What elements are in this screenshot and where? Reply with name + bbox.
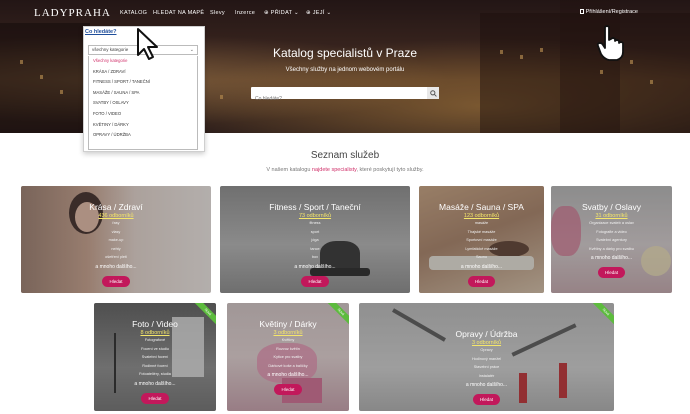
- arrow-cursor-icon: [137, 28, 158, 60]
- card-more: a mnoho dalšího...: [95, 263, 137, 270]
- card-item: box: [311, 255, 319, 259]
- category-card-opravy[interactable]: Nové Opravy / Údržba 3 odborníků Opravy …: [359, 303, 614, 411]
- card-item: Kytice pro svatby: [273, 355, 303, 359]
- chevron-down-icon: ⌄: [189, 47, 194, 53]
- card-search-button[interactable]: Hledat: [141, 392, 169, 404]
- card-item: vlasy: [111, 229, 121, 234]
- card-item: Lymfatické masáže: [465, 246, 498, 251]
- card-title: Svatby / Oslavy: [581, 202, 642, 212]
- option-masaze-sauna[interactable]: MASÁŽE / SAUNA / SPA: [89, 88, 197, 99]
- site-logo[interactable]: LADYPRAHA: [34, 7, 111, 19]
- user-icon: [579, 9, 584, 15]
- search-icon: [429, 89, 437, 97]
- nav-item-inzerce[interactable]: Inzerce: [235, 10, 255, 16]
- category-card-masaze[interactable]: Masáže / Sauna / SPA 123 odborníků masáž…: [419, 186, 544, 293]
- card-item: jóga: [311, 238, 319, 242]
- card-item: Rodinné focení: [142, 363, 168, 368]
- card-item: masáže: [474, 221, 489, 225]
- category-card-krasa-zdravi[interactable]: Krása / Zdraví 436 odborníků řasy vlasy …: [21, 186, 211, 293]
- card-title: Krása / Zdraví: [89, 202, 143, 212]
- option-krasa-zdravi[interactable]: KRÁSA / ZDRAVÍ: [89, 67, 197, 78]
- option-foto-video[interactable]: FOTO / VIDEO: [89, 109, 197, 120]
- search-button[interactable]: [427, 87, 439, 99]
- card-item: sport: [310, 229, 320, 234]
- card-title: Opravy / Údržba: [455, 329, 518, 339]
- card-item: Fotoateliéry, studia: [139, 372, 171, 376]
- option-kvetiny-darky[interactable]: KVĚTINY / DÁRKY: [89, 120, 197, 131]
- section-title: Seznam služeb: [310, 150, 380, 161]
- card-more: a mnoho dalšího...: [590, 255, 633, 261]
- option-fitness-sport[interactable]: FITNESS / SPORT / TANEČNÍ: [89, 77, 197, 88]
- card-item: Focení ve studiu: [141, 346, 169, 351]
- card-title: Květiny / Dárky: [259, 319, 317, 329]
- card-more: a mnoho dalšího...: [134, 380, 176, 387]
- card-search-button[interactable]: Hledat: [102, 275, 130, 287]
- card-item: tance: [310, 246, 320, 251]
- nav-item-hledat-na-mape[interactable]: HLEDAT NA MAPĚ: [153, 10, 204, 16]
- card-title: Masáže / Sauna / SPA: [439, 202, 524, 212]
- card-item: fitness: [309, 221, 321, 225]
- dropdown-heading: Co hledáte?: [85, 29, 117, 35]
- card-item: nehty: [111, 246, 121, 251]
- card-more: a mnoho dalšího...: [460, 263, 503, 270]
- search-input[interactable]: [251, 93, 421, 105]
- section-subtitle: V našem katalogu najdete specialisty, kt…: [0, 167, 690, 173]
- top-navigation: LADYPRAHA KATALOG HLEDAT NA MAPĚ Slevy I…: [0, 0, 690, 26]
- nav-item-jeji[interactable]: ⊕ JEJÍ ⌄: [306, 10, 331, 16]
- section-subtitle-post: , které poskytují tyto služby.: [356, 167, 424, 173]
- card-search-button[interactable]: Hledat: [467, 275, 495, 287]
- card-more: a mnoho dalšího...: [267, 372, 309, 378]
- category-select-value: všechny kategorie: [92, 47, 129, 52]
- option-opravy-udrzba[interactable]: OPRAVY / ÚDRŽBA: [89, 130, 197, 141]
- nav-item-pridat[interactable]: ⊕ PŘIDAT ⌄: [264, 10, 299, 16]
- category-card-svatby[interactable]: Svatby / Oslavy 31 odborníků Organizace …: [551, 186, 672, 293]
- card-item: Květiny: [281, 338, 295, 342]
- card-item: Fotografové: [144, 338, 166, 342]
- category-card-foto-video[interactable]: Nové Foto / Video 8 odborníků Fotografov…: [94, 303, 216, 411]
- specialists-link[interactable]: najdete specialisty: [312, 167, 357, 173]
- card-search-button[interactable]: Hledat: [472, 394, 500, 405]
- card-item: Fotografie a video: [596, 229, 627, 234]
- nav-item-slevy[interactable]: Slevy: [210, 10, 225, 16]
- card-title: Fitness / Sport / Taneční: [269, 202, 361, 212]
- card-item: Květiny a dárky pro svatbu: [589, 246, 634, 251]
- category-card-fitness[interactable]: Fitness / Sport / Taneční 73 odborníků f…: [220, 186, 410, 293]
- card-item: Stavební práce: [473, 365, 500, 369]
- card-item: Thajské masáže: [467, 229, 496, 234]
- card-search-button[interactable]: Hledat: [274, 384, 302, 395]
- section-subtitle-pre: V našem katalogu: [266, 167, 312, 173]
- card-item: Opravy: [480, 348, 493, 352]
- card-item: Dárkové koše a balíčky: [268, 363, 308, 368]
- login-link[interactable]: Přihlášení/Registrace: [579, 9, 638, 15]
- card-item: Organizace svateb a oslav: [589, 221, 634, 225]
- card-item: Hodinový manžel: [471, 356, 502, 361]
- card-search-button[interactable]: Hledat: [597, 267, 625, 278]
- card-item: Rozvoz květin: [276, 346, 300, 351]
- hand-cursor-icon: [596, 25, 624, 61]
- card-search-button[interactable]: Hledat: [301, 275, 329, 287]
- card-item: Saunu: [476, 255, 487, 259]
- card-item: Svatební agentury: [596, 238, 627, 242]
- option-svatby-oslavy[interactable]: SVATBY / OSLAVY: [89, 98, 197, 109]
- search-bar: [251, 87, 439, 105]
- category-card-kvetiny[interactable]: Nové Květiny / Dárky 3 odborníků Květiny…: [227, 303, 349, 411]
- card-item: řasy: [112, 221, 120, 225]
- card-item: Svatební focení: [141, 355, 169, 359]
- category-options-list: Všechny kategorie KRÁSA / ZDRAVÍ FITNESS…: [88, 56, 198, 150]
- nav-item-katalog[interactable]: KATALOG: [120, 10, 147, 16]
- login-label: Přihlášení/Registrace: [585, 9, 638, 15]
- card-item: Sportovní masáže: [466, 238, 497, 242]
- card-item: make-up: [108, 238, 124, 242]
- card-more: a mnoho dalšího...: [465, 382, 508, 388]
- card-item: Instalatér: [478, 373, 495, 378]
- card-more: a mnoho dalšího...: [294, 263, 336, 270]
- card-title: Foto / Video: [132, 319, 178, 329]
- card-item: ošetření pleti: [105, 255, 127, 259]
